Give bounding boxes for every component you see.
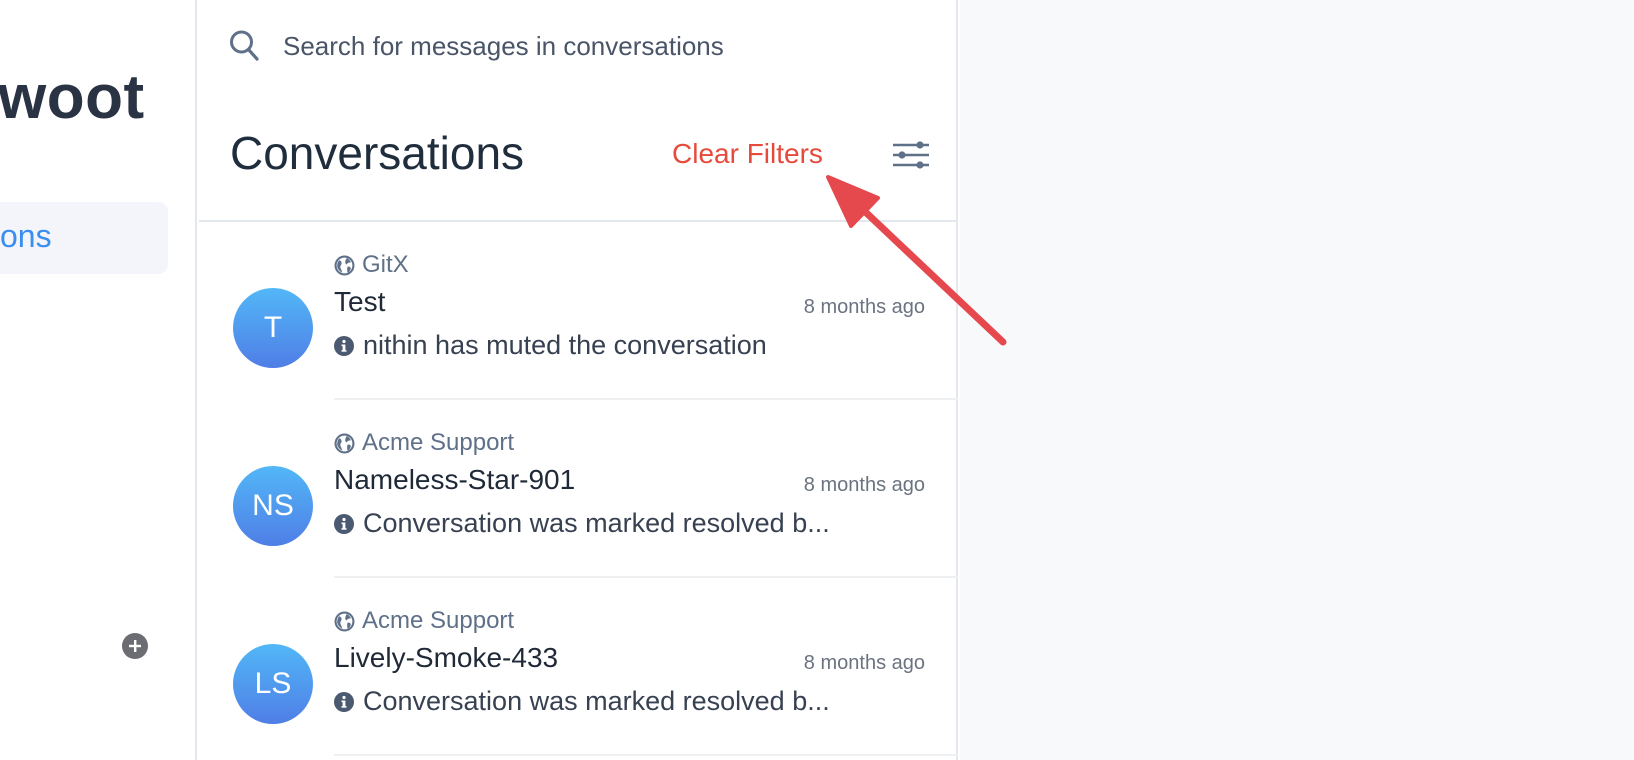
info-icon [334, 691, 354, 712]
avatar-initials: LS [254, 667, 292, 700]
conversation-item[interactable]: NS Acme Support Nameless-Star-901 8 mont… [199, 400, 958, 578]
timestamp: 8 months ago [803, 296, 925, 318]
message-text: nithin has muted the conversation [363, 330, 767, 360]
message-text: Conversation was marked resolved b... [363, 686, 830, 716]
info-icon [334, 335, 354, 356]
sliders-icon [893, 141, 929, 169]
contact-name: Nameless-Star-901 [334, 464, 576, 495]
inbox-name: GitX [362, 251, 409, 278]
inbox-name: Acme Support [362, 429, 515, 456]
avatar-initials: T [263, 311, 283, 344]
search-input[interactable] [283, 30, 883, 62]
add-button[interactable] [122, 633, 148, 659]
avatar: NS [233, 466, 313, 546]
inbox-name: Acme Support [362, 607, 515, 634]
search-icon [230, 30, 259, 61]
clear-filters-button[interactable]: Clear Filters [672, 138, 823, 170]
app-logo: woot [0, 63, 145, 132]
info-icon [334, 513, 354, 534]
plus-circle-icon [129, 640, 141, 652]
conversation-item[interactable]: LS Acme Support Lively-Smoke-433 8 month… [199, 578, 958, 756]
globe-icon [334, 611, 355, 631]
sidebar: woot ons s [0, 0, 197, 760]
search-bar [229, 28, 883, 64]
inbox-label: GitX [334, 251, 409, 279]
avatar: T [233, 288, 313, 368]
globe-icon [334, 433, 355, 453]
contact-name: Lively-Smoke-433 [334, 642, 559, 673]
timestamp: 8 months ago [803, 652, 925, 674]
avatar: LS [233, 644, 313, 724]
filter-button[interactable] [891, 138, 931, 172]
message-text: Conversation was marked resolved b... [363, 508, 830, 538]
conversation-list-panel: Conversations Clear Filters T GitX Test … [199, 0, 958, 760]
page-title: Conversations [230, 127, 525, 179]
conversation-list: T GitX Test 8 months ago nithin has mute… [199, 222, 958, 756]
timestamp: 8 months ago [803, 474, 925, 496]
contact-name: Test [334, 286, 386, 317]
conversation-item[interactable]: T GitX Test 8 months ago nithin has mute… [199, 222, 958, 400]
item-divider [334, 754, 958, 756]
inbox-label: Acme Support [334, 607, 514, 635]
message-preview: Conversation was marked resolved b... [334, 508, 830, 539]
globe-icon [334, 255, 355, 275]
avatar-initials: NS [252, 489, 294, 522]
message-preview: nithin has muted the conversation [334, 330, 767, 361]
sidebar-item-conversations-label[interactable]: ons [0, 218, 52, 255]
conversation-detail-panel [960, 0, 1634, 760]
inbox-label: Acme Support [334, 429, 514, 457]
message-preview: Conversation was marked resolved b... [334, 686, 830, 717]
